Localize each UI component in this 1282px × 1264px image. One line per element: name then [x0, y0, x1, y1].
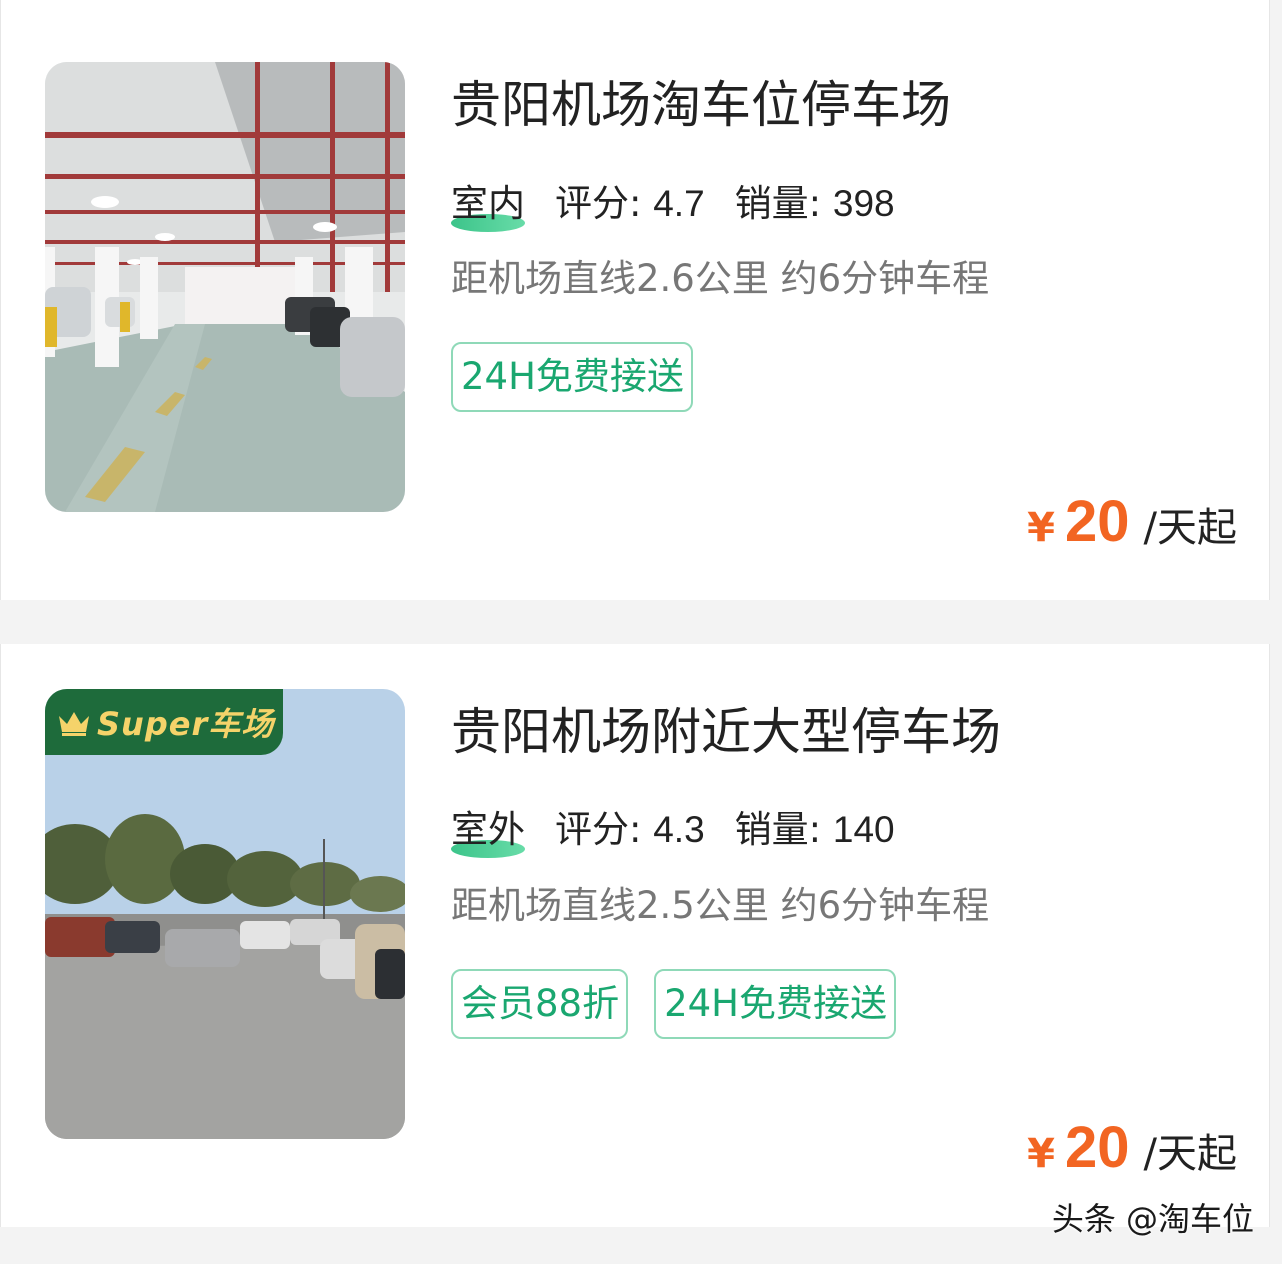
- rating: 评分: 4.3: [555, 806, 705, 854]
- price: ¥ 20 /天起: [1027, 488, 1237, 555]
- rating-label: 评分:: [555, 808, 642, 851]
- outdoor-parking-lot-photo: [45, 689, 405, 1139]
- parking-listing-card[interactable]: 贵阳机场淘车位停车场 室内 评分: 4.7 销量: 398 距机场直线2.6公里…: [0, 0, 1270, 600]
- badge-label: Super车场: [97, 705, 275, 743]
- feature-tags: 会员88折 24H免费接送: [451, 969, 896, 1039]
- feature-tag: 24H免费接送: [451, 342, 693, 412]
- parking-meta: 室外 评分: 4.3 销量: 140: [451, 806, 925, 858]
- parking-title[interactable]: 贵阳机场淘车位停车场: [451, 75, 951, 135]
- distance-info: 距机场直线2.6公里 约6分钟车程: [451, 257, 990, 300]
- price-unit: /天起: [1143, 1131, 1237, 1177]
- feature-tag: 24H免费接送: [654, 969, 896, 1039]
- rating-value: 4.7: [653, 183, 705, 224]
- currency-symbol: ¥: [1027, 1131, 1055, 1177]
- sales-value: 398: [832, 183, 895, 224]
- distance-info: 距机场直线2.5公里 约6分钟车程: [451, 884, 990, 927]
- sales: 销量: 140: [735, 806, 895, 854]
- currency-symbol: ¥: [1027, 505, 1055, 551]
- price-unit: /天起: [1143, 505, 1237, 551]
- parking-title[interactable]: 贵阳机场附近大型停车场: [451, 702, 1001, 762]
- location-type-tag: 室内: [451, 180, 525, 232]
- sales-value: 140: [832, 809, 895, 850]
- sales: 销量: 398: [735, 180, 895, 228]
- price: ¥ 20 /天起: [1027, 1114, 1237, 1181]
- feature-tag: 会员88折: [451, 969, 629, 1039]
- sales-label: 销量:: [734, 182, 822, 225]
- price-amount: 20: [1065, 1115, 1130, 1180]
- sales-label: 销量:: [734, 808, 822, 851]
- parking-meta: 室内 评分: 4.7 销量: 398: [451, 180, 925, 232]
- rating: 评分: 4.7: [555, 180, 705, 228]
- indoor-parking-garage-photo: [45, 62, 405, 512]
- parking-photo[interactable]: [45, 62, 405, 512]
- location-type: 室内: [451, 182, 525, 225]
- crown-icon: [57, 708, 91, 736]
- location-type-tag: 室外: [451, 806, 525, 858]
- price-amount: 20: [1065, 489, 1130, 554]
- feature-tags: 24H免费接送: [451, 342, 693, 412]
- rating-label: 评分:: [555, 182, 642, 225]
- parking-photo[interactable]: Super车场: [45, 689, 405, 1139]
- rating-value: 4.3: [653, 809, 705, 850]
- location-type: 室外: [451, 808, 525, 851]
- parking-listing-card[interactable]: Super车场 贵阳机场附近大型停车场 室外 评分: 4.3 销量: 140 距…: [0, 644, 1270, 1227]
- super-parking-badge: Super车场: [45, 689, 283, 755]
- watermark: 头条 @淘车位: [1051, 1200, 1254, 1238]
